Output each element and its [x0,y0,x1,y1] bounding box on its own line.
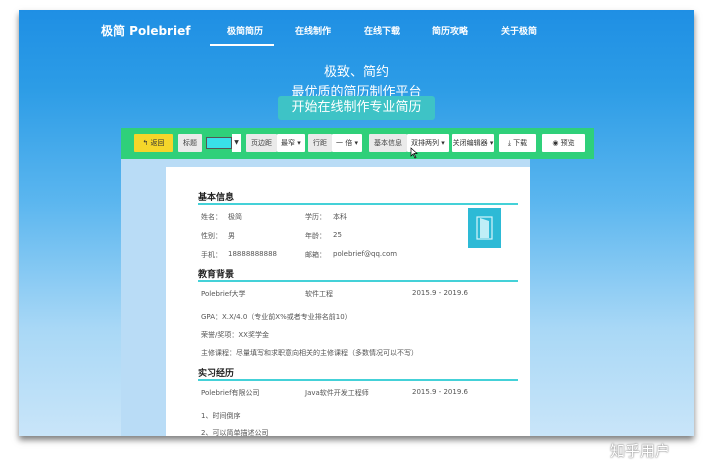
line-spacing-label: 行距 [308,134,332,152]
close-editor-label: 关闭编辑器 [452,139,488,147]
back-label: 返回 [150,139,165,147]
caret-down-icon: ▾ [489,139,494,147]
line-spacing-select-value: 一 倍 [336,139,353,147]
honors-text[interactable]: 荣誉/奖项：XX奖学金 [201,330,269,340]
mouse-cursor-icon [410,147,418,159]
photo-placeholder-icon [476,216,493,240]
caret-down-icon: ▾ [297,139,301,147]
internship-item-2[interactable]: 2、可以简单描述公司 [201,428,268,436]
education-value[interactable]: 本科 [333,212,347,222]
name-label[interactable]: 姓名： [201,212,222,222]
download-icon: ⤓ [507,139,511,147]
start-making-button[interactable]: 开始在线制作专业简历 [278,96,435,120]
back-arrow-icon: ↰ [142,139,149,147]
preview-button[interactable]: ◉ 预览 [542,134,585,152]
download-button[interactable]: ⤓ 下载 [499,134,536,152]
watermark: 知乎用户 [610,442,671,460]
basic-info-label: 基本信息 [369,134,407,152]
basic-info-select-value: 双排两列 [411,139,439,147]
caret-down-icon: ▾ [441,139,445,147]
email-label[interactable]: 邮箱： [305,250,326,260]
caret-down-icon: ▾ [354,139,358,147]
nav-active-indicator [210,44,274,46]
gender-label[interactable]: 性别： [201,231,222,241]
gender-value[interactable]: 男 [228,231,235,241]
section-divider [198,379,518,381]
section-divider [198,280,518,282]
age-value[interactable]: 25 [333,231,342,239]
margin-label: 页边距 [246,134,277,152]
editor-toolbar: ↰ 返回 标题 ▼ 页边距 最窄 ▾ 行距 一 倍 ▾ 基本信息 双排两列 ▾ … [121,128,594,159]
title-color-dropdown-icon[interactable]: ▼ [232,134,241,152]
top-navigation: 极简 Polebrief 极简简历 在线制作 在线下载 简历攻略 关于极简 [19,10,694,50]
nav-item-home[interactable]: 极简简历 [227,24,263,37]
name-value[interactable]: 极简 [228,212,242,222]
brand-logo[interactable]: 极简 Polebrief [101,22,190,39]
section-title-internship[interactable]: 实习经历 [198,366,234,379]
education-label[interactable]: 学历： [305,212,326,222]
eye-icon: ◉ [552,139,559,147]
email-value[interactable]: polebrief@qq.com [333,250,397,258]
line-spacing-select[interactable]: 一 倍 ▾ [332,134,362,152]
back-button[interactable]: ↰ 返回 [134,134,173,152]
close-editor-button[interactable]: 关闭编辑器 ▾ [452,134,494,152]
title-color-label: 标题 [178,134,202,152]
section-divider [198,203,518,205]
margin-select-value: 最窄 [281,139,295,147]
nav-item-guide[interactable]: 简历攻略 [432,24,468,37]
margin-select[interactable]: 最窄 ▾ [277,134,305,152]
phone-label[interactable]: 手机： [201,250,222,260]
title-color-swatch[interactable] [206,137,232,149]
courses-text[interactable]: 主修课程：尽量填写和求职意向相关的主修课程（多数情况可以不写） [201,348,418,358]
browser-frame: 极简 Polebrief 极简简历 在线制作 在线下载 简历攻略 关于极简 极致… [19,10,694,436]
download-label: 下载 [513,139,528,147]
profile-photo[interactable] [468,208,501,248]
phone-value[interactable]: 18888888888 [228,250,277,258]
nav-item-online-download[interactable]: 在线下载 [364,24,400,37]
age-label[interactable]: 年龄： [305,231,326,241]
company-name[interactable]: Polebrief有限公司 [201,388,260,398]
section-title-basic-info[interactable]: 基本信息 [198,190,234,203]
preview-label: 预览 [560,139,575,147]
nav-item-about[interactable]: 关于极简 [501,24,537,37]
position-name[interactable]: Java软件开发工程师 [305,388,369,398]
internship-period[interactable]: 2015.9 - 2019.6 [412,388,468,396]
section-title-education[interactable]: 教育背景 [198,267,234,280]
nav-item-online-make[interactable]: 在线制作 [295,24,331,37]
internship-item-1[interactable]: 1、时间倒序 [201,411,240,421]
education-period[interactable]: 2015.9 - 2019.6 [412,289,468,297]
hero-tagline-1: 极致、简约 [323,65,389,80]
major-name[interactable]: 软件工程 [305,289,333,299]
gpa-text[interactable]: GPA：X.X/4.0（专业前X%或者专业排名前10） [201,312,352,322]
school-name[interactable]: Polebrief大学 [201,289,246,299]
